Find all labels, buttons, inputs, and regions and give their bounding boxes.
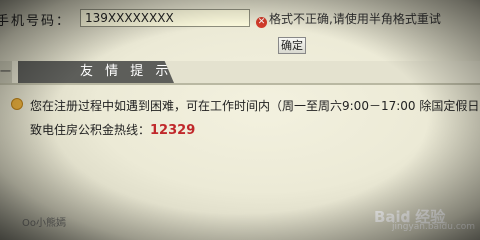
tab-notice-label: 友 情 提 示 (80, 64, 173, 79)
watermark-author: Oo小熊嫣 (22, 218, 66, 229)
error-message: ✕ 格式不正确,请使用半角格式重试 (256, 10, 441, 28)
hotline-number: 12329 (150, 123, 196, 138)
phone-input[interactable]: 139XXXXXXXX (80, 9, 250, 27)
screenshot-photo: 手机号码： 139XXXXXXXX ✕ 格式不正确,请使用半角格式重试 确定 一 … (0, 0, 480, 240)
phone-label: 手机号码： (0, 14, 72, 29)
error-text: 格式不正确,请使用半角格式重试 (269, 12, 441, 26)
watermark-url: jingyan.baidu.com (392, 222, 476, 232)
vignette-overlay (0, 0, 480, 240)
notice-line-1: 您在注册过程中如遇到困难，可在工作时间内（周一至周六9:00－17:00 除国定… (30, 99, 480, 113)
notice-line-2: 致电住房公积金热线：12329 (30, 121, 195, 138)
tab-left-fragment[interactable]: 一 (0, 61, 12, 83)
notice-icon (11, 98, 23, 110)
hotline-prefix: 致电住房公积金热线： (30, 123, 151, 137)
error-icon: ✕ (256, 17, 267, 28)
confirm-button[interactable]: 确定 (278, 37, 306, 54)
tab-bar: 一 友 情 提 示 (0, 61, 480, 85)
